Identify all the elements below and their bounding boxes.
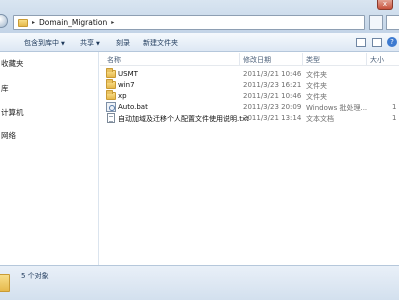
breadcrumb-separator[interactable]: ▸ [32,19,35,26]
breadcrumb-domain-migration[interactable]: Domain_Migration [39,18,107,27]
file-row[interactable]: xp 2011/3/21 10:46 文件夹 [100,90,399,102]
file-size: 1 K [392,103,399,111]
forward-button[interactable] [0,14,8,28]
folder-icon [106,68,116,78]
file-type: 文件夹 [306,71,327,79]
details-pane: 5 个对象 [0,265,399,300]
file-name: win7 [118,81,135,89]
file-type: Windows 批处理... [306,104,368,112]
new-folder-button[interactable]: 新建文件夹 [143,38,178,48]
file-row[interactable]: 自动加域及迁移个人配置文件使用说明.txt 2011/3/21 13:14 文本… [100,113,399,124]
help-icon[interactable]: ? [387,37,397,47]
close-button[interactable]: x [377,0,393,10]
file-row[interactable]: Auto.bat 2011/3/23 20:09 Windows 批处理... … [100,102,399,113]
file-date: 2011/3/21 10:46 [243,92,302,100]
file-date: 2011/3/23 20:09 [243,103,302,111]
nav-item-favorites[interactable]: 收藏夹 [1,58,24,69]
file-date: 2011/3/21 13:14 [243,114,302,122]
column-type[interactable]: 类型 [306,55,320,65]
file-row[interactable]: win7 2011/3/23 16:21 文件夹 [100,79,399,91]
item-count: 5 个对象 [21,272,49,280]
view-options-icon[interactable] [356,38,366,47]
file-size: 1 K [392,114,399,122]
burn-button[interactable]: 刻录 [116,38,130,48]
column-divider[interactable] [239,53,240,65]
include-in-library-label: 包含到库中 [24,39,59,47]
address-bar[interactable]: ▸ Domain_Migration ▸ [13,15,365,30]
file-name: USMT [118,70,138,78]
nav-item-network[interactable]: 网络 [1,130,16,141]
batch-file-icon [106,102,116,112]
file-name: Auto.bat [118,103,148,111]
nav-item-computer[interactable]: 计算机 [1,107,24,118]
folder-icon [106,90,116,100]
folder-icon [18,18,28,27]
column-divider[interactable] [366,53,367,65]
nav-item-libraries[interactable]: 库 [1,83,9,94]
file-name: 自动加域及迁移个人配置文件使用说明.txt [118,115,249,123]
folder-icon [106,79,116,89]
navigation-pane: 收藏夹 库 计算机 网络 [0,52,99,265]
column-size[interactable]: 大小 [370,55,384,65]
search-input[interactable] [386,15,399,30]
refresh-button[interactable] [369,15,383,30]
column-name[interactable]: 名称 [107,55,121,65]
file-date: 2011/3/23 16:21 [243,81,302,89]
breadcrumb-separator[interactable]: ▸ [111,19,114,26]
include-in-library-button[interactable]: 包含到库中 ▼ [24,38,65,48]
text-file-icon [107,113,115,123]
file-row[interactable]: USMT 2011/3/21 10:46 文件夹 [100,68,399,80]
file-type: 文本文档 [306,115,334,123]
command-bar: 包含到库中 ▼ 共享 ▼ 刻录 新建文件夹 ? [0,33,399,52]
file-type: 文件夹 [306,82,327,90]
share-label: 共享 [80,39,94,47]
preview-pane-icon[interactable] [372,38,382,47]
chevron-down-icon: ▼ [61,41,65,47]
title-bar: x ▸ Domain_Migration ▸ [0,0,399,33]
folder-icon [0,274,10,292]
file-name: xp [118,92,127,100]
file-date: 2011/3/21 10:46 [243,70,302,78]
column-date-modified[interactable]: 修改日期 [243,55,271,65]
file-type: 文件夹 [306,93,327,101]
column-header: 名称 修改日期 类型 大小 [100,52,399,66]
chevron-down-icon: ▼ [96,41,100,47]
share-button[interactable]: 共享 ▼ [80,38,100,48]
file-list: 名称 修改日期 类型 大小 USMT 2011/3/21 10:46 文件夹 w… [100,52,399,265]
column-divider[interactable] [302,53,303,65]
